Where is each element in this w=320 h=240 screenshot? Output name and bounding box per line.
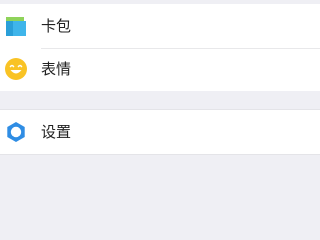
smiley-icon [4, 57, 28, 81]
menu-item-label: 表情 [41, 60, 72, 78]
menu-item-kabao[interactable]: 卡包 [0, 4, 320, 48]
menu-group-bottom: 设置 [0, 109, 320, 155]
card-wallet-icon [4, 14, 28, 38]
menu-item-label: 卡包 [41, 17, 72, 35]
menu-item-biaoqing[interactable]: 表情 [0, 47, 320, 91]
gear-icon [4, 120, 28, 144]
menu-group-top: 卡包 表情 [0, 0, 320, 91]
menu-item-label: 设置 [41, 123, 72, 141]
menu-item-shezhi[interactable]: 设置 [0, 110, 320, 154]
